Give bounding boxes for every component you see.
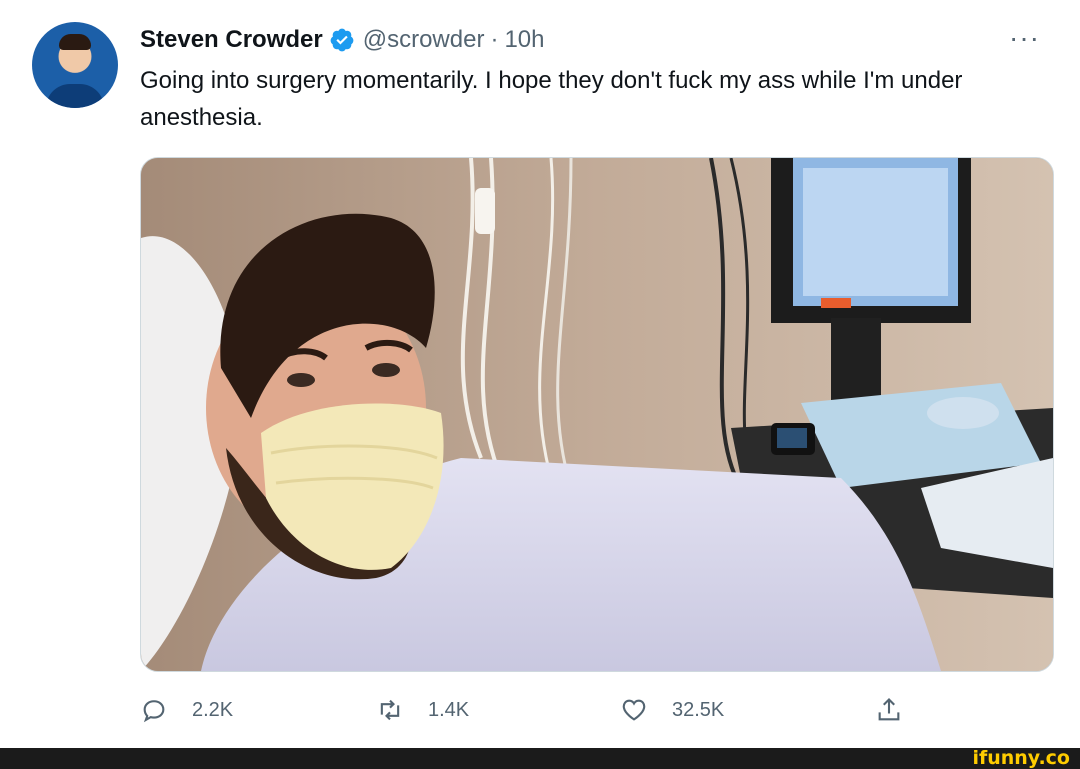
share-icon [878, 698, 900, 721]
watermark-bar: ifunny.co [0, 748, 1080, 769]
header-separator: · [490, 26, 499, 53]
verified-badge-icon [329, 27, 355, 53]
tweet-card: Steven Crowder @scrowder · 10h ··· Going… [0, 0, 1080, 748]
reply-count: 2.2K [192, 698, 234, 721]
avatar[interactable] [32, 22, 118, 108]
tweet-actions: 2.2K 1.4K 32.5K [140, 690, 920, 730]
like-count: 32.5K [672, 698, 725, 721]
tweet-text: Going into surgery momentarily. I hope t… [140, 67, 963, 131]
retweet-button[interactable]: 1.4K [376, 690, 469, 730]
avatar-hair [59, 34, 91, 50]
author-handle[interactable]: @scrowder [363, 26, 485, 54]
ifunny-watermark: ifunny.co [972, 747, 1070, 769]
hospital-selfie-image [141, 158, 1053, 671]
heart-icon [622, 699, 646, 721]
author-name[interactable]: Steven Crowder [140, 26, 323, 54]
tweet-timestamp[interactable]: 10h [504, 26, 544, 54]
like-button[interactable]: 32.5K [620, 690, 724, 730]
retweet-icon [380, 699, 400, 721]
more-icon[interactable]: ··· [1009, 24, 1040, 52]
reply-button[interactable]: 2.2K [140, 690, 233, 730]
retweet-count: 1.4K [428, 698, 470, 721]
reply-icon [143, 700, 165, 723]
tweet-photo[interactable] [140, 157, 1054, 672]
avatar-shirt [46, 84, 104, 108]
share-button[interactable] [875, 690, 903, 730]
tweet-header: Steven Crowder @scrowder · 10h ··· [140, 24, 1040, 56]
